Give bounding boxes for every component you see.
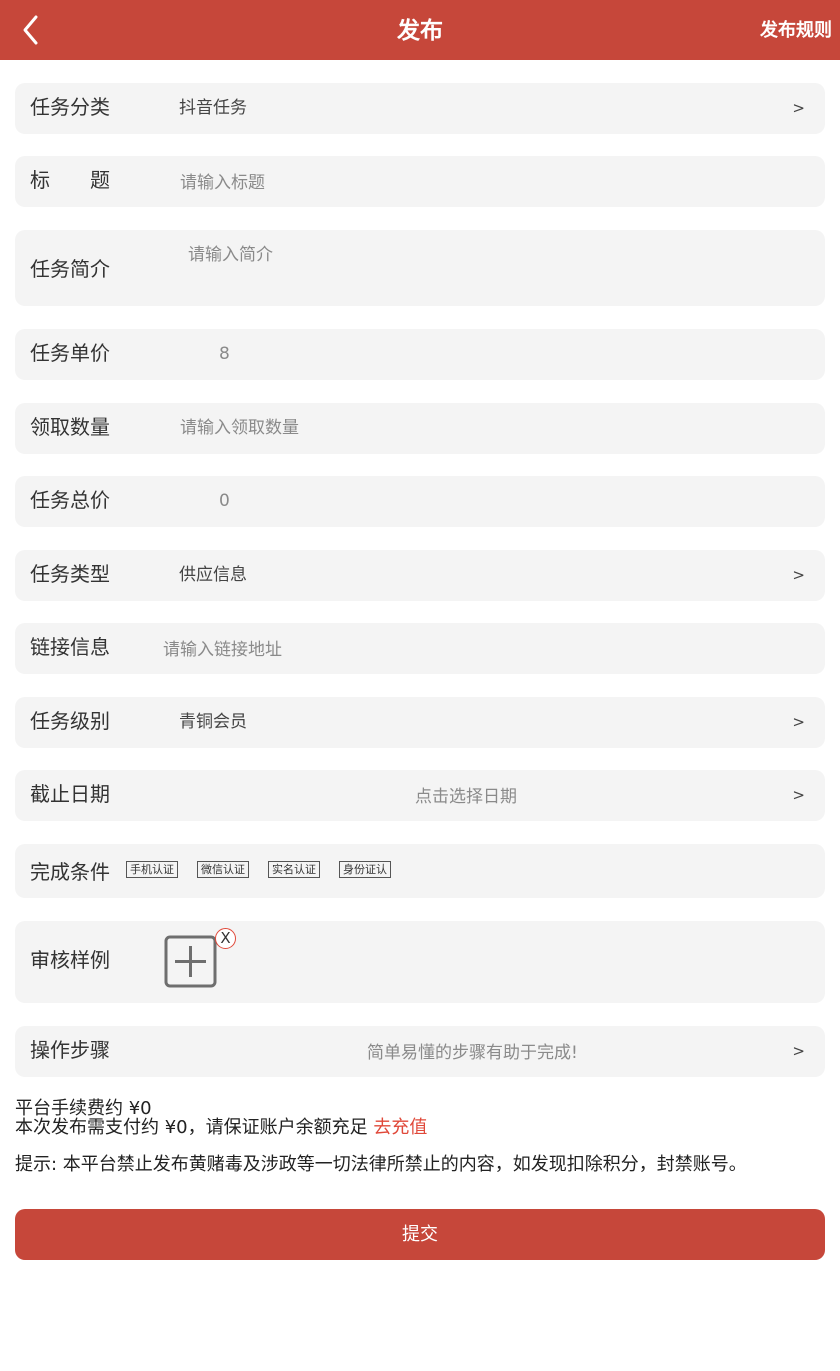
category-label: 任务分类	[30, 95, 110, 119]
task-type-label: 任务类型	[30, 562, 110, 586]
condition-tag-phone[interactable]: 手机认证	[126, 861, 178, 878]
deadline-picker[interactable]: 截止日期 点击选择日期 >	[15, 770, 825, 821]
chevron-right-icon: >	[792, 1042, 805, 1060]
fee-text: 平台手续费约 ¥0	[15, 1098, 152, 1119]
level-select[interactable]: 任务级别 青铜会员 >	[15, 697, 825, 748]
condition-tag-idcard[interactable]: 身份证认	[339, 861, 391, 878]
link-field[interactable]: 链接信息 请输入链接地址	[15, 623, 825, 674]
pay-text: 本次发布需支付约 ¥0，请保证账户余额充足	[15, 1117, 368, 1138]
unit-price-label: 任务单价	[30, 341, 110, 365]
steps-placeholder: 简单易懂的步骤有助于完成!	[367, 1043, 578, 1063]
steps-label: 操作步骤	[30, 1038, 110, 1062]
category-select[interactable]: 任务分类 抖音任务 >	[15, 83, 825, 134]
notice-text: 提示: 本平台禁止发布黄赌毒及涉政等一切法律所禁止的内容，如发现扣除积分，封禁账…	[15, 1154, 747, 1175]
submit-button[interactable]: 提交	[15, 1209, 825, 1260]
intro-label: 任务简介	[30, 257, 110, 281]
remove-x-icon[interactable]: X	[215, 928, 236, 949]
sample-label: 审核样例	[30, 948, 110, 972]
quantity-field[interactable]: 领取数量 请输入领取数量	[15, 403, 825, 454]
steps-row[interactable]: 操作步骤 简单易懂的步骤有助于完成! >	[15, 1026, 825, 1077]
page-title: 发布	[397, 18, 443, 44]
title-input[interactable]: 请输入标题	[180, 158, 265, 209]
link-label: 链接信息	[30, 635, 110, 659]
chevron-right-icon: >	[792, 786, 805, 804]
recharge-link[interactable]: 去充值	[373, 1117, 427, 1138]
link-input[interactable]: 请输入链接地址	[163, 625, 282, 676]
condition-tag-realname[interactable]: 实名认证	[268, 861, 320, 878]
chevron-right-icon: >	[792, 713, 805, 731]
task-type-select[interactable]: 任务类型 供应信息 >	[15, 550, 825, 601]
title-label: 标 题	[30, 168, 110, 192]
level-label: 任务级别	[30, 709, 110, 733]
quantity-label: 领取数量	[30, 415, 110, 439]
conditions-row: 完成条件 手机认证 微信认证 实名认证 身份证认	[15, 844, 825, 898]
intro-field[interactable]: 任务简介 请输入简介	[15, 230, 825, 306]
total-price-value: 0	[219, 491, 230, 511]
task-type-value: 供应信息	[179, 565, 247, 585]
pay-line: 本次发布需支付约 ¥0，请保证账户余额充足 去充值	[15, 1117, 427, 1139]
unit-price-input[interactable]: 8	[219, 329, 230, 380]
deadline-placeholder: 点击选择日期	[415, 787, 517, 807]
publish-rules-link[interactable]: 发布规则	[760, 0, 832, 62]
deadline-label: 截止日期	[30, 782, 110, 806]
unit-price-field[interactable]: 任务单价 8	[15, 329, 825, 380]
chevron-right-icon: >	[792, 566, 805, 584]
top-bar: 发布 发布规则	[0, 0, 840, 60]
intro-textarea[interactable]: 请输入简介	[188, 230, 273, 280]
chevron-right-icon: >	[792, 99, 805, 117]
upload-add-icon[interactable]	[164, 935, 218, 989]
total-price-field: 任务总价 0	[15, 476, 825, 527]
title-field[interactable]: 标 题 请输入标题	[15, 156, 825, 207]
condition-tag-wechat[interactable]: 微信认证	[197, 861, 249, 878]
total-price-label: 任务总价	[30, 488, 110, 512]
quantity-input[interactable]: 请输入领取数量	[180, 403, 299, 454]
sample-row: 审核样例 X	[15, 921, 825, 1003]
conditions-label: 完成条件	[30, 860, 110, 884]
level-value: 青铜会员	[179, 712, 247, 732]
category-value: 抖音任务	[179, 98, 247, 118]
